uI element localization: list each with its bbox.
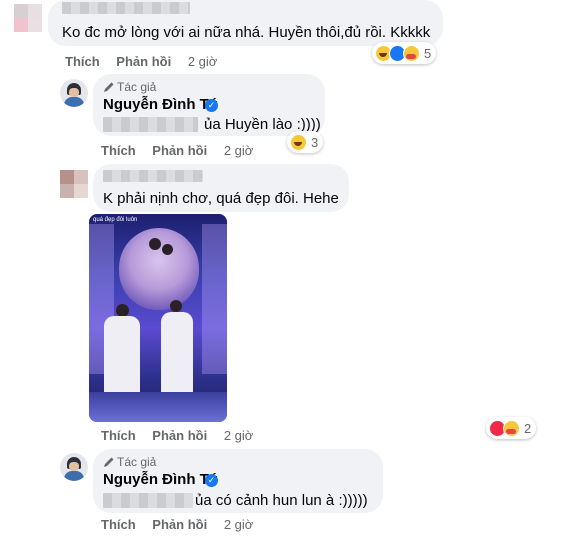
redacted-name: [103, 493, 193, 508]
comment-bubble: K phải nịnh chơ, quá đẹp đôi. Hehe: [93, 164, 349, 212]
photo-caption: quá đẹp đôi luôn: [93, 217, 138, 223]
comment-text: K phải nịnh chơ, quá đẹp đôi. Hehe: [103, 190, 339, 207]
verified-icon: ✓: [205, 474, 218, 487]
like-link[interactable]: Thích: [65, 54, 100, 69]
reaction-summary[interactable]: 5: [372, 42, 437, 64]
comment-text: Ko đc mở lòng với ai nữa nhá. Huyền thôi…: [62, 24, 431, 41]
comment-photo[interactable]: quá đẹp đôi luôn: [89, 214, 227, 422]
reply-bubble: Tác giả Nguyễn Đình Tú ✓ ủa có cảnh hun …: [93, 449, 383, 513]
commenter-avatar[interactable]: [14, 4, 42, 32]
timestamp[interactable]: 2 giờ: [224, 517, 254, 532]
author-badge: Tác giả: [117, 455, 157, 469]
pen-icon: [104, 457, 114, 467]
comment-actions: Thích Phản hồi 2 giờ: [101, 428, 266, 443]
like-link[interactable]: Thích: [101, 517, 136, 532]
author-name[interactable]: Nguyễn Đình Tú: [103, 471, 218, 488]
reply-link[interactable]: Phản hồi: [116, 54, 171, 69]
reply-bubble: Tác giả Nguyễn Đình Tú ✓ ủa Huyền lào :)…: [93, 74, 325, 136]
author-name[interactable]: Nguyễn Đình Tú: [103, 96, 218, 113]
reaction-summary[interactable]: 3: [287, 131, 324, 153]
like-link[interactable]: Thích: [101, 428, 136, 443]
reply-link[interactable]: Phản hồi: [152, 143, 207, 158]
author-avatar[interactable]: [60, 79, 88, 107]
timestamp[interactable]: 2 giờ: [224, 428, 254, 443]
reaction-count: 5: [424, 45, 432, 61]
redacted-name: [103, 170, 203, 182]
comment-actions: Thích Phản hồi 2 giờ: [101, 143, 266, 158]
reply-link[interactable]: Phản hồi: [152, 517, 207, 532]
author-badge: Tác giả: [117, 80, 157, 94]
comment-actions: Thích Phản hồi 2 giờ: [65, 54, 230, 69]
author-avatar[interactable]: [60, 453, 88, 481]
verified-icon: ✓: [205, 99, 218, 112]
pen-icon: [104, 82, 114, 92]
reaction-count: 3: [311, 134, 319, 150]
care-icon: [503, 419, 520, 437]
redacted-name: [62, 2, 190, 14]
commenter-avatar[interactable]: [60, 170, 88, 198]
comment-bubble: Ko đc mở lòng với ai nữa nhá. Huyền thôi…: [48, 0, 443, 46]
haha-icon: [290, 133, 307, 151]
comment-actions: Thích Phản hồi 2 giờ: [101, 517, 266, 532]
reaction-summary[interactable]: 2: [486, 417, 537, 439]
like-link[interactable]: Thích: [101, 143, 136, 158]
care-icon: [403, 44, 420, 62]
reply-text: ủa có cảnh hun lun à :))))): [195, 492, 368, 509]
reaction-count: 2: [524, 420, 532, 436]
timestamp[interactable]: 2 giờ: [188, 54, 218, 69]
reply-link[interactable]: Phản hồi: [152, 428, 207, 443]
timestamp[interactable]: 2 giờ: [224, 143, 254, 158]
redacted-name: [103, 117, 198, 132]
